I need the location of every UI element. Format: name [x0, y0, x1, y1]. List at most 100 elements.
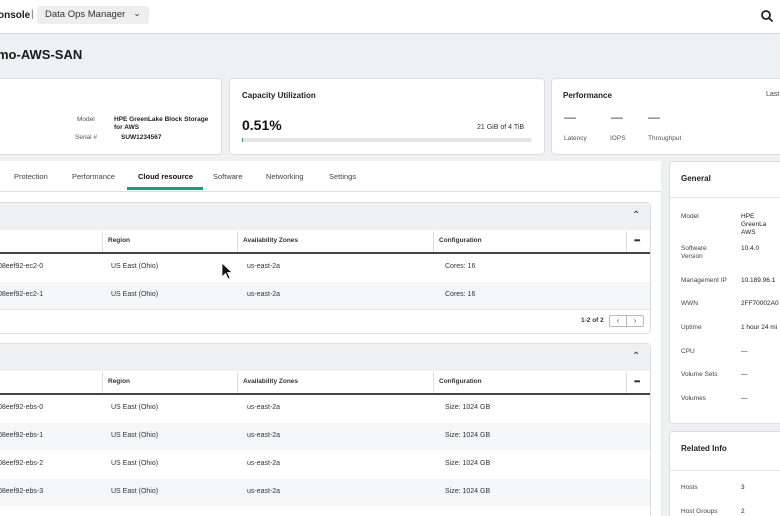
table-row[interactable]: [0, 254, 650, 281]
row-config: Size: 1024 GB: [445, 432, 491, 439]
mouse-cursor-icon: [221, 262, 233, 280]
row-az: us-east-2a: [247, 291, 281, 298]
col-divider: [626, 231, 627, 252]
separator: |: [31, 9, 34, 20]
pagination-controls: ‹ ›: [609, 315, 644, 327]
general-mgmt-ip-value: 10.189.96.1: [741, 277, 776, 284]
col-divider: [626, 372, 627, 393]
ec2-panel-header: [0, 203, 650, 230]
collapse-icon[interactable]: ⌃: [632, 210, 640, 221]
row-name: 08eef92-ebs-3: [0, 488, 44, 495]
general-card: [669, 161, 780, 424]
general-mgmt-ip-label: Management IP: [681, 277, 727, 284]
capacity-bar-fill: [242, 138, 244, 142]
tab-cloud-resource[interactable]: Cloud resource: [138, 172, 193, 181]
app-menu-label: Data Ops Manager: [45, 9, 126, 20]
table-row[interactable]: [0, 479, 650, 506]
tab-settings[interactable]: Settings: [329, 172, 356, 181]
general-volumes-label: Volumes: [681, 395, 706, 402]
page-title: mo-AWS-SAN: [0, 47, 83, 62]
row-name: 08eef92-ebs-1: [0, 432, 44, 439]
throughput-value: —: [648, 110, 660, 124]
col-divider: [237, 372, 238, 393]
row-name: 08eef92-ec2-1: [0, 291, 44, 298]
divider: [669, 197, 780, 198]
row-region: US East (Ohio): [111, 404, 159, 411]
row-config: Cores: 16: [445, 291, 476, 298]
row-divider: [0, 309, 650, 310]
general-software-value: 10.4.0: [741, 245, 760, 252]
prev-page-button[interactable]: ‹: [610, 316, 627, 326]
model-label: Model: [77, 116, 95, 123]
row-az: us-east-2a: [247, 404, 281, 411]
divider: [669, 470, 780, 471]
general-uptime-label: Uptime: [681, 324, 702, 331]
table-row[interactable]: [0, 451, 650, 478]
row-az: us-east-2a: [247, 432, 281, 439]
capacity-title: Capacity Utilization: [242, 91, 316, 100]
table-row[interactable]: [0, 423, 650, 450]
col-divider: [433, 372, 434, 393]
performance-last: Last: [766, 91, 780, 98]
latency-label: Latency: [564, 135, 587, 142]
serial-label: Serial #: [75, 134, 98, 141]
row-region: US East (Ohio): [111, 488, 159, 495]
iops-label: IOPS: [610, 135, 626, 142]
next-page-button[interactable]: ›: [627, 316, 643, 326]
row-name: 08eef92-ebs-2: [0, 460, 44, 467]
row-config: Size: 1024 GB: [445, 488, 491, 495]
collapse-icon[interactable]: ⌃: [632, 351, 640, 362]
row-name: 08eef92-ec2-0: [0, 263, 44, 270]
row-region: US East (Ohio): [111, 460, 159, 467]
general-wwn-label: WWN: [681, 300, 698, 307]
row-config: Cores: 16: [445, 263, 476, 270]
chevron-down-icon: ⌄: [133, 8, 141, 18]
row-az: us-east-2a: [247, 488, 281, 495]
more-icon[interactable]: •••: [634, 236, 640, 245]
row-config: Size: 1024 GB: [445, 460, 491, 467]
tab-software[interactable]: Software: [213, 172, 243, 181]
table-row[interactable]: [0, 282, 650, 309]
more-icon[interactable]: •••: [634, 377, 640, 386]
related-info-title: Related Info: [681, 444, 727, 453]
general-uptime-value: 1 hour 24 mi: [741, 324, 778, 331]
related-hosts-value[interactable]: 3: [741, 484, 745, 491]
tab-performance[interactable]: Performance: [72, 172, 115, 181]
tab-protection[interactable]: Protection: [14, 172, 48, 181]
capacity-percent: 0.51%: [242, 117, 282, 133]
model-value: HPE GreenLake Block Storage for AWS: [114, 116, 209, 131]
column-header-az[interactable]: Availability Zones: [243, 237, 298, 244]
row-az: us-east-2a: [247, 460, 281, 467]
throughput-label: Throughput: [648, 135, 682, 142]
iops-value: —: [611, 110, 623, 124]
general-cpu-label: CPU: [681, 348, 695, 355]
related-hosts-label: Hosts: [681, 484, 698, 491]
general-volume-sets-value: —: [741, 371, 748, 378]
tab-networking[interactable]: Networking: [266, 172, 304, 181]
related-host-groups-value[interactable]: 2: [741, 508, 745, 515]
app-menu[interactable]: Data Ops Manager ⌄: [37, 6, 149, 24]
column-header-region[interactable]: Region: [108, 237, 130, 244]
capacity-used-text: 21 GiB of 4 TiB: [477, 124, 525, 131]
column-header-configuration[interactable]: Configuration: [439, 237, 482, 244]
col-divider: [433, 231, 434, 252]
col-divider: [237, 231, 238, 252]
performance-card: [551, 78, 780, 155]
latency-value: —: [564, 110, 576, 124]
related-host-groups-label: Host Groups: [681, 508, 718, 515]
row-config: Size: 1024 GB: [445, 404, 491, 411]
general-model-label: Model: [681, 213, 699, 220]
search-icon[interactable]: [760, 9, 774, 23]
column-header-configuration[interactable]: Configuration: [439, 378, 482, 385]
general-cpu-value: —: [741, 348, 748, 355]
col-divider: [102, 231, 103, 252]
general-volumes-value: —: [741, 395, 748, 402]
pagination-range: 1-2 of 2: [581, 317, 604, 324]
column-header-region[interactable]: Region: [108, 378, 130, 385]
general-software-label: Software Version: [681, 245, 707, 260]
row-region: US East (Ohio): [111, 432, 159, 439]
row-region: US East (Ohio): [111, 263, 159, 270]
column-header-az[interactable]: Availability Zones: [243, 378, 298, 385]
serial-value: SUW1234567: [121, 134, 162, 141]
table-row[interactable]: [0, 395, 650, 422]
